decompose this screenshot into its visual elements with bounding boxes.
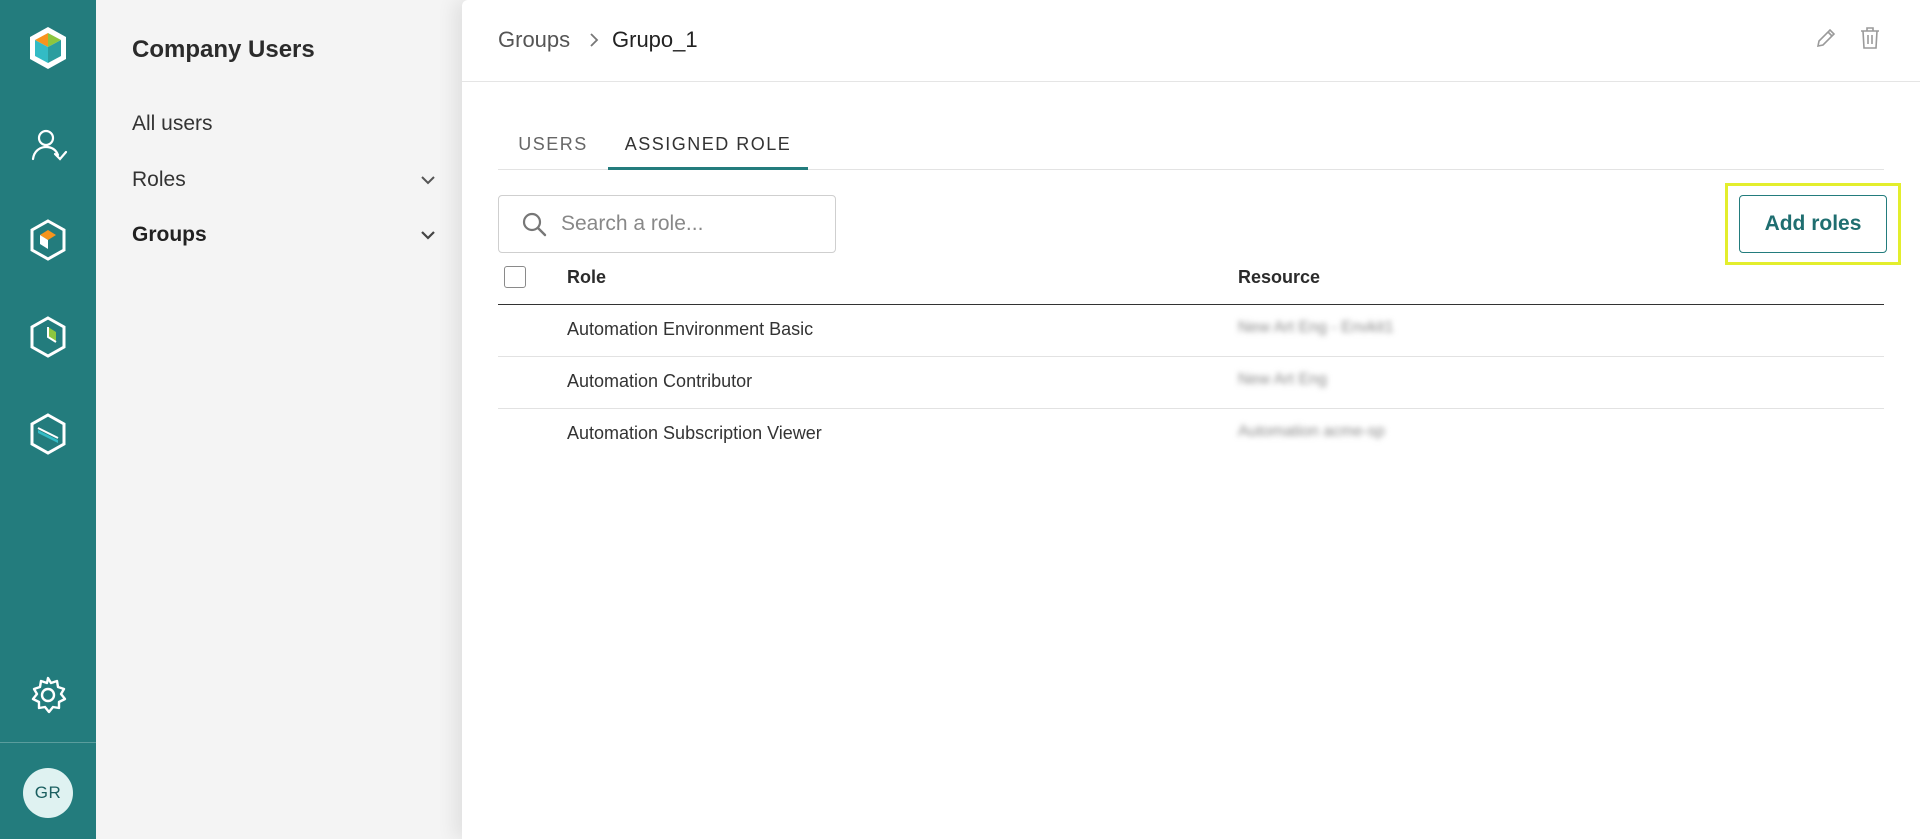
app-logo-icon[interactable] (24, 24, 72, 72)
page-header: Groups Grupo_1 (462, 0, 1920, 82)
settings-gear-icon[interactable] (24, 671, 72, 719)
app-rail: GR (0, 0, 103, 839)
role-cell: Automation Contributor (567, 371, 753, 391)
user-avatar[interactable]: GR (23, 768, 73, 818)
chevron-down-icon[interactable] (418, 225, 438, 245)
tab-bar: USERS ASSIGNED ROLE (498, 124, 1884, 170)
edit-pencil-icon[interactable] (1812, 24, 1840, 52)
column-header-resource[interactable]: Resource (1238, 267, 1320, 288)
breadcrumb-groups-link[interactable]: Groups (498, 27, 570, 53)
delete-trash-icon[interactable] (1856, 24, 1884, 52)
company-users-icon[interactable] (24, 216, 72, 264)
table-row[interactable]: Automation Subscription Viewer Automatio… (498, 409, 1884, 461)
main-panel: Groups Grupo_1 USERS ASSIGNED ROLE Searc… (462, 0, 1920, 839)
table-row[interactable]: Automation Contributor New Art Eng (498, 357, 1884, 409)
role-cell: Automation Subscription Viewer (567, 423, 822, 443)
resource-cell: New Art Eng - Envkit1 (1238, 319, 1394, 336)
nav-item-label: All users (132, 112, 213, 135)
resource-cell: Automation acme-sp (1238, 423, 1385, 440)
chevron-down-icon[interactable] (418, 170, 438, 190)
search-icon (522, 212, 547, 237)
table-header: Role Resource (498, 258, 1884, 305)
select-all-checkbox[interactable] (504, 266, 526, 288)
tab-assigned-role[interactable]: ASSIGNED ROLE (608, 124, 808, 170)
chevron-right-icon (590, 33, 599, 47)
section-title: Company Users (132, 36, 315, 63)
nav-item-all-users[interactable]: All users (132, 107, 432, 141)
secondary-nav: Company Users All users Roles Groups (96, 0, 462, 839)
nav-item-label: Roles (132, 168, 186, 191)
roles-table: Role Resource Automation Environment Bas… (498, 258, 1884, 461)
role-search-input[interactable] (561, 212, 811, 236)
breadcrumb-current: Grupo_1 (612, 27, 698, 52)
table-row[interactable]: Automation Environment Basic New Art Eng… (498, 305, 1884, 357)
nav-item-groups[interactable]: Groups (132, 218, 435, 252)
add-roles-button[interactable]: Add roles (1739, 195, 1887, 253)
nav-item-label: Groups (132, 223, 207, 246)
rail-divider (0, 742, 96, 743)
users-icon[interactable] (24, 122, 72, 170)
role-cell: Automation Environment Basic (567, 319, 814, 339)
analytics-icon[interactable] (24, 313, 72, 361)
role-search-box[interactable] (498, 195, 836, 253)
tab-users[interactable]: USERS (498, 124, 608, 170)
resource-cell: New Art Eng (1238, 371, 1327, 388)
resources-icon[interactable] (24, 410, 72, 458)
column-header-role[interactable]: Role (567, 267, 606, 288)
nav-item-roles[interactable]: Roles (132, 163, 435, 197)
